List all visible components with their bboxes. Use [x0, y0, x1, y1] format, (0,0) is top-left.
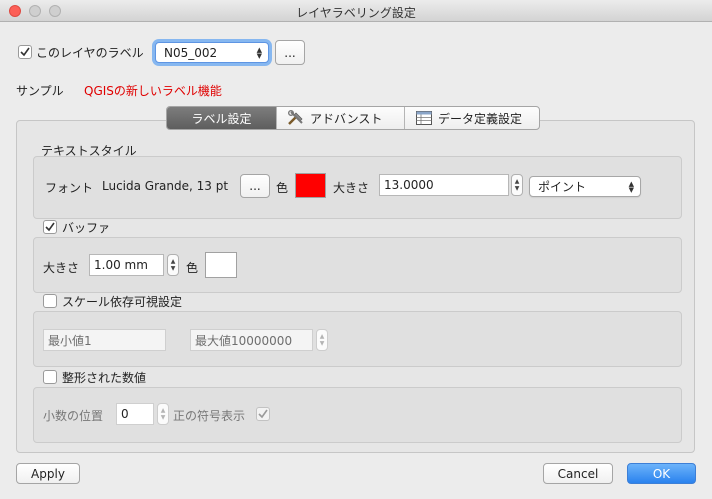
- label-settings-dialog: レイヤラベリング設定 このレイヤのラベル N05_002 ▲ ▼ ... サンプル…: [0, 0, 712, 499]
- window-title: レイヤラベリング設定: [296, 6, 416, 20]
- font-value: Lucida Grande, 13 pt: [102, 179, 229, 193]
- enable-label-checkbox[interactable]: [18, 45, 32, 59]
- updown-arrows-icon: ▲ ▼: [628, 179, 634, 194]
- enable-label-text: このレイヤのラベル: [36, 46, 144, 60]
- expression-button[interactable]: ...: [275, 40, 305, 65]
- text-size-label: 大きさ: [333, 181, 370, 195]
- tab-label: アドバンスト: [310, 111, 383, 126]
- scale-visibility-title: スケール依存可視設定: [62, 295, 183, 309]
- font-label: フォント: [45, 181, 94, 195]
- tab-label: データ定義設定: [438, 111, 523, 126]
- updown-arrows-icon: ▲ ▼: [256, 45, 262, 60]
- tab-label: ラベル設定: [191, 111, 252, 126]
- table-icon: [416, 111, 432, 125]
- title-bar: レイヤラベリング設定: [0, 0, 712, 22]
- buffer-color-label: 色: [186, 261, 199, 275]
- checkmark-icon: [20, 47, 30, 57]
- sample-text: QGISの新しいラベル機能: [84, 84, 222, 98]
- size-unit-select[interactable]: ポイント ▲ ▼: [529, 176, 641, 197]
- decimals-label: 小数の位置: [43, 409, 104, 423]
- text-color-swatch[interactable]: [295, 173, 326, 198]
- sample-label: サンプル: [16, 84, 64, 98]
- tab-data-defined[interactable]: データ定義設定: [405, 107, 539, 129]
- text-size-stepper[interactable]: ▲ ▼: [511, 174, 523, 196]
- tools-icon: [288, 110, 303, 125]
- scale-min-input[interactable]: 最小値1: [43, 329, 166, 351]
- size-unit-value: ポイント: [538, 180, 587, 194]
- buffer-color-swatch[interactable]: [205, 252, 237, 278]
- scale-visibility-checkbox[interactable]: [43, 294, 57, 308]
- buffer-checkbox[interactable]: [43, 220, 57, 234]
- formatted-numbers-checkbox[interactable]: [43, 370, 57, 384]
- decimals-stepper[interactable]: ▲ ▼: [157, 403, 169, 425]
- scale-max-input[interactable]: 最大値10000000: [190, 329, 313, 351]
- font-button[interactable]: ...: [240, 174, 270, 198]
- scale-max-stepper[interactable]: ▲ ▼: [316, 329, 328, 351]
- plus-sign-checkbox[interactable]: [256, 407, 270, 421]
- decimals-input[interactable]: 0: [116, 403, 154, 425]
- buffer-size-label: 大きさ: [43, 261, 80, 275]
- text-color-label: 色: [276, 181, 289, 195]
- tab-advanced[interactable]: アドバンスト: [277, 107, 405, 129]
- checkmark-icon: [258, 409, 268, 419]
- buffer-size-stepper[interactable]: ▲ ▼: [167, 254, 179, 276]
- apply-button[interactable]: Apply: [16, 463, 80, 484]
- text-size-input[interactable]: 13.0000: [379, 174, 509, 196]
- tab-bar: ラベル設定 アドバンスト データ定義設定: [166, 106, 540, 130]
- tab-label-settings[interactable]: ラベル設定: [167, 107, 277, 129]
- checkmark-icon: [45, 222, 55, 232]
- ok-button[interactable]: OK: [627, 463, 696, 484]
- formatted-numbers-title: 整形された数値: [62, 371, 147, 385]
- plus-sign-label: 正の符号表示: [173, 409, 246, 423]
- buffer-size-input[interactable]: 1.00 mm: [89, 254, 164, 276]
- label-field-select[interactable]: N05_002 ▲ ▼: [155, 42, 269, 63]
- label-field-value: N05_002: [164, 45, 218, 60]
- cancel-button[interactable]: Cancel: [543, 463, 613, 484]
- buffer-title: バッファ: [62, 221, 111, 235]
